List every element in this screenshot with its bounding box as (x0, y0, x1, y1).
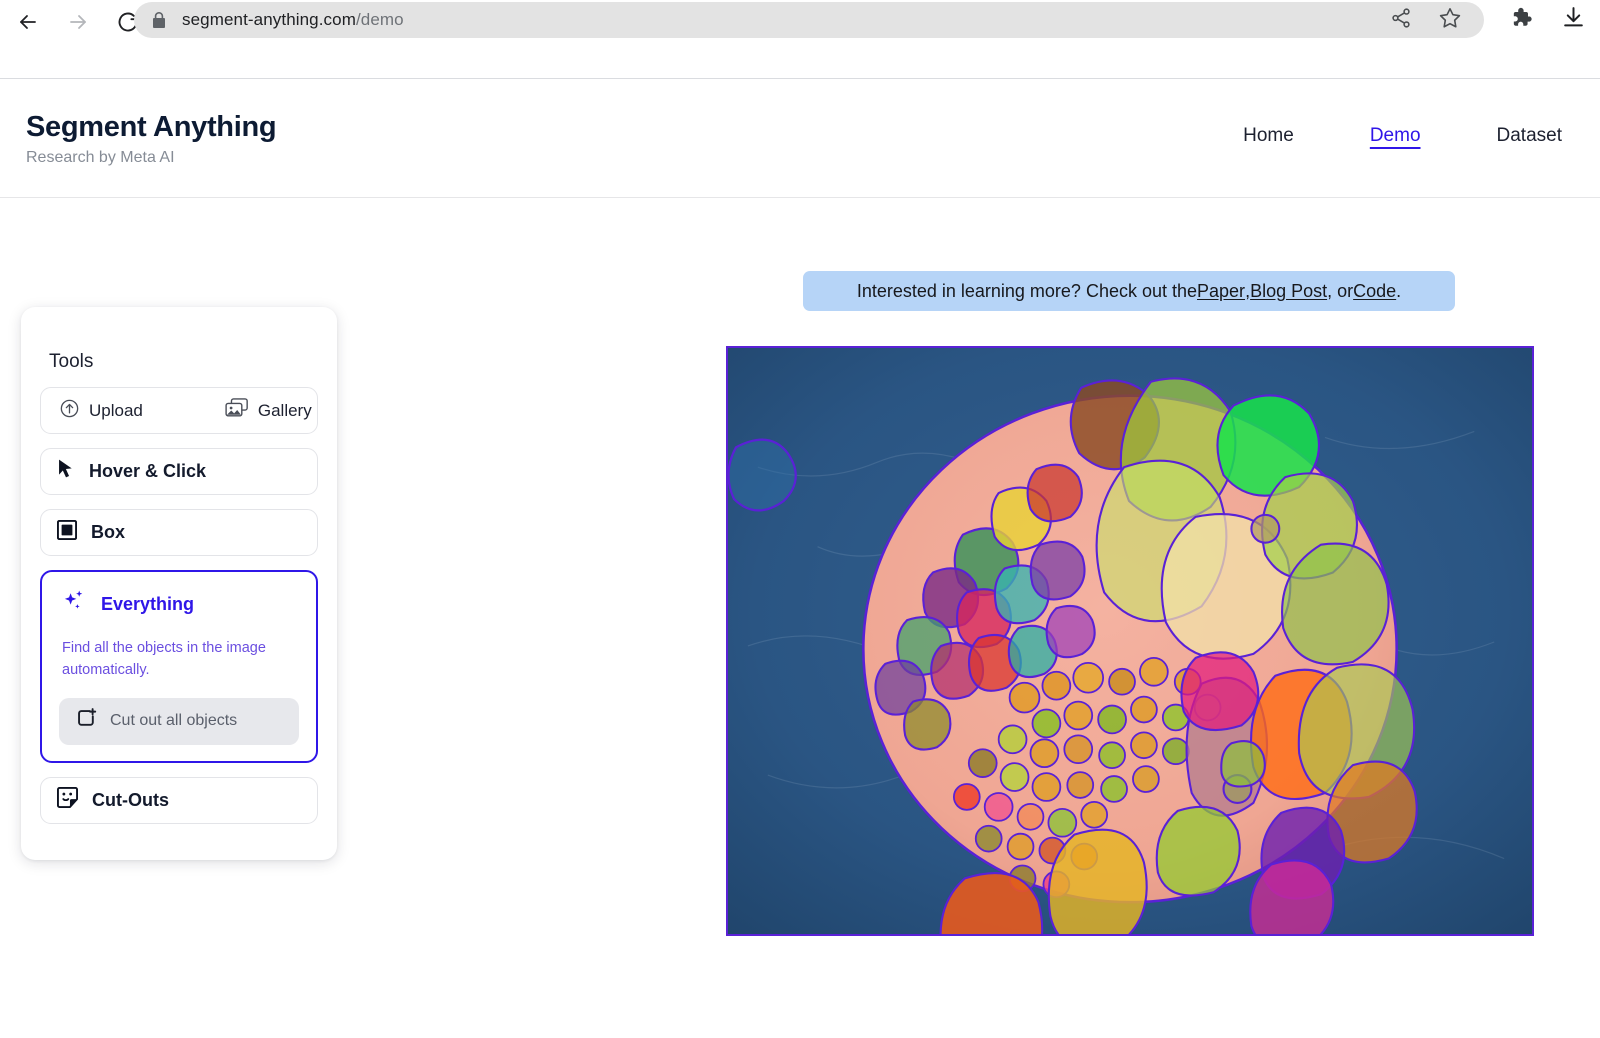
star-icon[interactable] (1438, 6, 1462, 35)
sparkles-icon (62, 589, 88, 620)
cut-outs-label: Cut-Outs (92, 789, 169, 810)
page-title: Segment Anything (26, 111, 277, 143)
hover-and-click-label: Hover & Click (89, 461, 207, 481)
mask-veg-yellow-2 (1047, 828, 1148, 934)
upload-label: Upload (89, 400, 143, 420)
url-path: /demo (355, 10, 404, 29)
url-text: segment-anything.com/demo (182, 10, 404, 30)
mask-background-left (728, 438, 797, 512)
mask-veg-purple-3 (1045, 604, 1096, 659)
cut-out-plus-icon (76, 708, 97, 734)
banner-link-code[interactable]: Code (1353, 281, 1396, 302)
upload-gallery-row: Upload Gallery (40, 387, 318, 434)
tool-hover-and-click[interactable]: Hover & Click (40, 448, 318, 495)
browser-right-actions (1508, 2, 1586, 38)
mask-chickpea (1063, 734, 1094, 765)
page-subtitle: Research by Meta AI (26, 149, 175, 166)
mask-chickpea (1132, 765, 1160, 793)
mask-pea-orange (1016, 802, 1045, 831)
cursor-arrow-icon (57, 459, 75, 484)
browser-toolbar: segment-anything.com/demo (0, 0, 1600, 79)
tools-panel-title: Tools (49, 351, 94, 372)
mask-chickpea (1006, 832, 1035, 861)
mask-veg-red-1 (1026, 463, 1083, 523)
mask-pea (997, 724, 1028, 755)
nav-item-dataset[interactable]: Dataset (1459, 125, 1600, 147)
upload-circle-icon (59, 398, 80, 424)
gallery-label: Gallery (257, 400, 312, 420)
tool-cut-outs[interactable]: Cut-Outs (40, 776, 318, 824)
tools-panel: Tools Upload Gallery Hover & Click Box E… (21, 307, 337, 860)
omnibox-actions (1390, 2, 1462, 38)
box-select-icon (56, 519, 78, 545)
lock-icon (152, 11, 166, 29)
upload-button[interactable]: Upload (49, 388, 153, 433)
everything-label: Everything (101, 594, 195, 614)
mask-chickpea (1041, 670, 1072, 701)
box-label: Box (91, 522, 126, 542)
mask-veg-purple-2 (1029, 540, 1086, 601)
url-domain: segment-anything.com (182, 10, 356, 29)
mask-pea (974, 824, 1003, 853)
nav-item-demo[interactable]: Demo (1332, 125, 1459, 147)
mask-chickpea (1029, 738, 1060, 769)
everything-header: Everything (59, 589, 299, 620)
puzzle-piece-icon[interactable] (1508, 5, 1533, 35)
mask-chickpea (1130, 695, 1158, 724)
address-bar[interactable]: segment-anything.com/demo (134, 2, 1484, 38)
mask-chickpea (1080, 801, 1109, 829)
mask-pea (1031, 708, 1062, 739)
mask-pea-red (952, 783, 981, 811)
cut-out-all-objects-button[interactable]: Cut out all objects (59, 697, 299, 745)
mask-chickpea (1108, 667, 1136, 696)
cut-out-all-objects-label: Cut out all objects (110, 712, 238, 730)
mask-pea (1097, 704, 1127, 735)
forward-icon[interactable] (62, 6, 94, 38)
sticker-face-icon (57, 787, 78, 813)
mask-chickpea (1130, 731, 1158, 760)
tool-box[interactable]: Box (40, 509, 318, 556)
mask-pea (1098, 741, 1126, 770)
mask-pea (1161, 737, 1190, 766)
share-icon[interactable] (1390, 7, 1412, 34)
mask-pea (1100, 775, 1128, 803)
mask-chickpea (1066, 771, 1095, 799)
banner-prefix: Interested in learning more? Check out t… (856, 280, 1198, 301)
brand: Segment Anything Research by Meta AI (26, 111, 277, 167)
banner-sep-2: , or (1327, 280, 1354, 301)
mask-chickpea (1031, 772, 1062, 802)
gallery-images-icon (225, 397, 249, 424)
browser-nav-buttons (0, 0, 144, 40)
mask-chickpea (1072, 661, 1105, 694)
site-nav: Home Demo Dataset (1205, 125, 1600, 147)
site-header: Segment Anything Research by Meta AI Hom… (0, 79, 1600, 198)
info-banner: Interested in learning more? Check out t… (803, 271, 1455, 311)
mask-chickpea (1139, 656, 1169, 687)
banner-link-blog-post[interactable]: Blog Post (1250, 281, 1327, 302)
nav-item-home[interactable]: Home (1205, 125, 1332, 147)
mask-veg-magenta-2 (1180, 651, 1260, 732)
mask-pea (999, 762, 1030, 792)
mask-small-2 (1250, 513, 1281, 544)
gallery-button[interactable]: Gallery (215, 388, 322, 433)
segmented-image-canvas[interactable] (726, 346, 1534, 936)
mask-veg-lime (1155, 805, 1241, 897)
mask-chickpea (1008, 681, 1041, 714)
mask-pea (967, 748, 998, 778)
mask-pea (1047, 807, 1078, 838)
download-icon[interactable] (1561, 5, 1586, 35)
tool-everything-card[interactable]: Everything Find all the objects in the i… (40, 570, 318, 763)
segmentation-overlay (728, 348, 1532, 934)
mask-small-3 (1220, 740, 1266, 788)
everything-description: Find all the objects in the image automa… (62, 640, 266, 679)
back-icon[interactable] (12, 6, 44, 38)
mask-veg-olive-1 (903, 698, 952, 751)
mask-chickpea (1063, 700, 1094, 731)
banner-link-paper[interactable]: Paper (1197, 281, 1245, 302)
mask-pea-pink (983, 792, 1014, 822)
banner-suffix: . (1396, 280, 1402, 301)
